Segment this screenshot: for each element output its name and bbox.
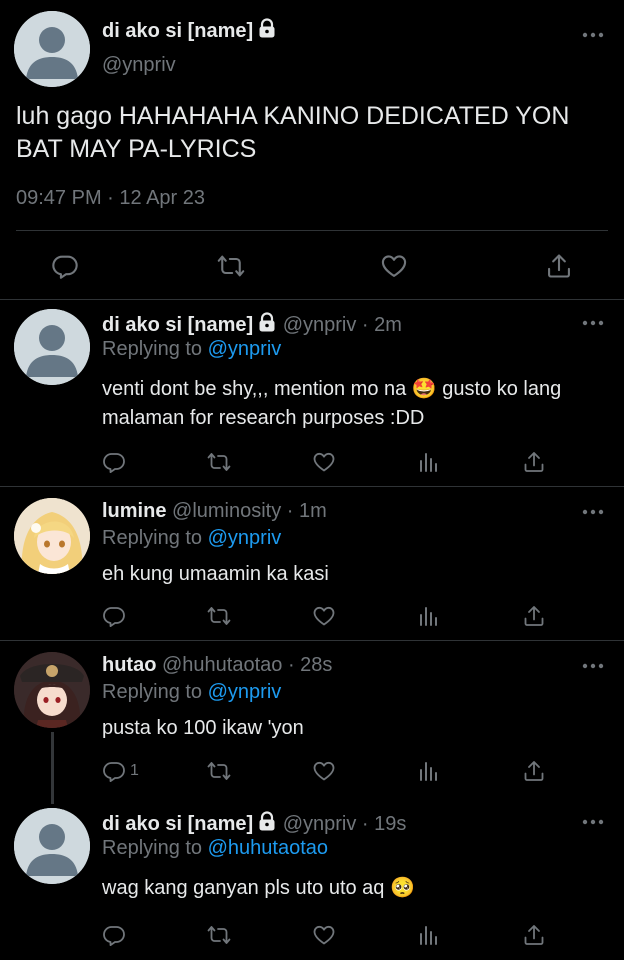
- main-timestamp[interactable]: 09:47 PM · 12 Apr 23: [16, 187, 205, 210]
- replying-to-link[interactable]: @huhutaotao: [208, 837, 328, 859]
- reply-icon[interactable]: [45, 246, 85, 286]
- reply-display-name[interactable]: lumine: [102, 500, 166, 522]
- replying-to-prefix: Replying to: [102, 681, 203, 703]
- replying-to: Replying to @ynpriv: [102, 527, 281, 550]
- divider: [0, 486, 624, 487]
- share-icon[interactable]: [522, 447, 546, 477]
- reply-avatar[interactable]: [14, 808, 90, 884]
- divider: [16, 230, 608, 231]
- like-icon[interactable]: [312, 601, 336, 631]
- lock-icon: [257, 811, 277, 837]
- more-options-icon[interactable]: [582, 32, 604, 42]
- reply-action-bar: 1: [102, 756, 562, 786]
- retweet-icon[interactable]: [206, 601, 232, 631]
- share-icon[interactable]: [539, 246, 579, 286]
- main-author[interactable]: di ako si [name]: [102, 18, 277, 44]
- reply-avatar[interactable]: [14, 309, 90, 385]
- reply-author-line[interactable]: di ako si [name] @ynpriv · 19s: [102, 811, 406, 837]
- reply-handle[interactable]: @luminosity · 1m: [172, 500, 327, 522]
- reply-display-name[interactable]: di ako si [name]: [102, 813, 253, 835]
- reply-handle[interactable]: @huhutaotao · 28s: [162, 654, 332, 676]
- lock-icon: [257, 312, 277, 338]
- replying-to-prefix: Replying to: [102, 338, 203, 360]
- main-avatar[interactable]: [14, 11, 90, 87]
- share-icon[interactable]: [522, 601, 546, 631]
- hutao-avatar-image: [14, 652, 90, 728]
- more-options-icon[interactable]: [582, 320, 604, 330]
- reply-icon[interactable]: [102, 447, 130, 477]
- default-avatar-icon: [14, 11, 90, 87]
- analytics-icon[interactable]: [418, 920, 440, 950]
- reply-icon[interactable]: 1: [102, 756, 139, 786]
- more-options-icon[interactable]: [582, 509, 604, 519]
- like-icon[interactable]: [312, 920, 336, 950]
- reply-icon[interactable]: [102, 920, 130, 950]
- lock-icon: [257, 18, 277, 44]
- reply-text: pusta ko 100 ikaw 'yon: [102, 717, 304, 739]
- main-action-bar: [0, 246, 624, 286]
- replying-to-link[interactable]: @ynpriv: [208, 338, 282, 360]
- reply-avatar[interactable]: [14, 498, 90, 574]
- main-display-name[interactable]: di ako si [name]: [102, 20, 253, 42]
- reply-icon[interactable]: [102, 601, 130, 631]
- more-options-icon[interactable]: [582, 819, 604, 829]
- share-icon[interactable]: [522, 920, 546, 950]
- reply-avatar[interactable]: [14, 652, 90, 728]
- reply-action-bar: [102, 447, 562, 477]
- like-icon[interactable]: [374, 246, 414, 286]
- more-options-icon[interactable]: [582, 663, 604, 673]
- reply-display-name[interactable]: hutao: [102, 654, 156, 676]
- replying-to-link[interactable]: @ynpriv: [208, 681, 282, 703]
- reply-handle[interactable]: @ynpriv · 19s: [283, 813, 407, 835]
- reply-text: eh kung umaamin ka kasi: [102, 563, 329, 585]
- replying-to: Replying to @huhutaotao: [102, 837, 328, 860]
- share-icon[interactable]: [522, 756, 546, 786]
- default-avatar-icon: [14, 808, 90, 884]
- reply-handle[interactable]: @ynpriv · 2m: [283, 314, 402, 336]
- reply-text: wag kang ganyan pls uto uto aq 🥺: [102, 877, 415, 899]
- retweet-icon[interactable]: [211, 246, 251, 286]
- analytics-icon[interactable]: [418, 447, 440, 477]
- replying-to: Replying to @ynpriv: [102, 681, 281, 704]
- reply-display-name[interactable]: di ako si [name]: [102, 314, 253, 336]
- thread-connector: [51, 732, 54, 804]
- default-avatar-icon: [14, 309, 90, 385]
- replying-to: Replying to @ynpriv: [102, 338, 281, 361]
- divider: [0, 299, 624, 300]
- divider: [0, 640, 624, 641]
- reply-action-bar: [102, 920, 562, 950]
- reply-author-line[interactable]: hutao @huhutaotao · 28s: [102, 654, 332, 677]
- reply-count: 1: [130, 762, 139, 779]
- like-icon[interactable]: [312, 756, 336, 786]
- analytics-icon[interactable]: [418, 601, 440, 631]
- replying-to-link[interactable]: @ynpriv: [208, 527, 282, 549]
- like-icon[interactable]: [312, 447, 336, 477]
- analytics-icon[interactable]: [418, 756, 440, 786]
- reply-action-bar: [102, 601, 562, 631]
- main-handle[interactable]: @ynpriv: [102, 54, 176, 77]
- retweet-icon[interactable]: [206, 920, 232, 950]
- lumine-avatar-image: [14, 498, 90, 574]
- replying-to-prefix: Replying to: [102, 837, 203, 859]
- retweet-icon[interactable]: [206, 447, 232, 477]
- main-tweet-text: luh gago HAHAHAHA KANINO DEDICATED YON B…: [16, 102, 570, 163]
- reply-text: venti dont be shy,,, mention mo na 🤩 gus…: [102, 378, 562, 429]
- retweet-icon[interactable]: [206, 756, 232, 786]
- reply-author-line[interactable]: lumine @luminosity · 1m: [102, 500, 327, 523]
- replying-to-prefix: Replying to: [102, 527, 203, 549]
- reply-author-line[interactable]: di ako si [name] @ynpriv · 2m: [102, 312, 402, 338]
